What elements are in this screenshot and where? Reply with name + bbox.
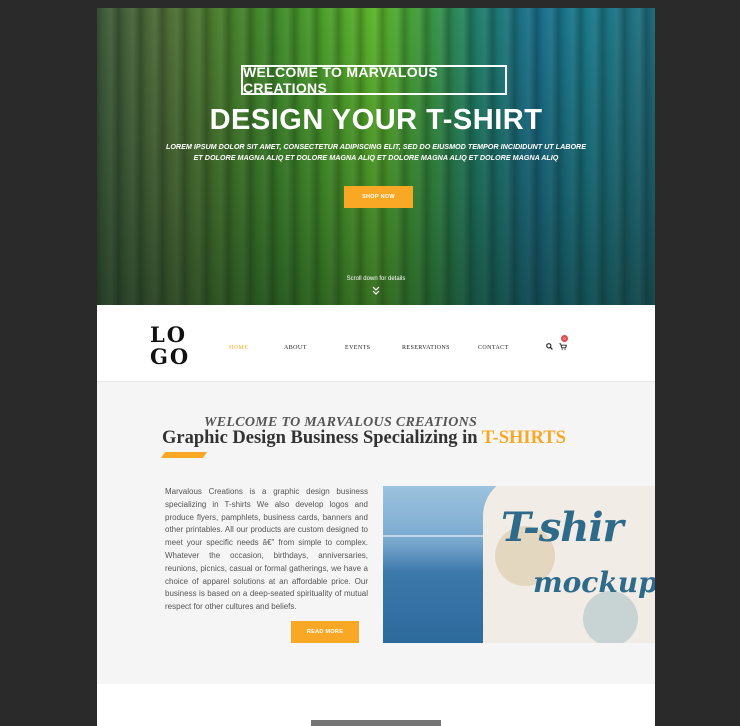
hero-badge: WELCOME TO MARVALOUS CREATIONS (241, 64, 507, 96)
shop-now-button[interactable]: SHOP NOW (344, 186, 413, 208)
scroll-hint: Scroll down for details (346, 276, 406, 282)
about-body-text: Marvalous Creations is a graphic design … (165, 487, 368, 612)
nav-item-about[interactable]: ABOUT (284, 345, 307, 351)
nav-item-contact[interactable]: CONTACT (478, 345, 509, 351)
hero-title: DESIGN YOUR T-SHIRT (209, 104, 543, 136)
search-icon[interactable] (546, 343, 553, 352)
read-more-button[interactable]: READ MORE (291, 621, 359, 643)
tshirt-mockup-image: T-shir mockup (383, 486, 655, 643)
title-accent-bar (160, 452, 208, 458)
about-section: WELCOME TO MARVALOUS CREATIONS Graphic D… (97, 382, 655, 684)
next-section (97, 684, 655, 726)
shirt-print-text-bottom: mockup (533, 566, 655, 599)
main-nav: LO GO HOME ABOUT EVENTS RESERVATIONS CON… (97, 305, 655, 382)
about-title: Graphic Design Business Specializing in … (162, 428, 566, 448)
nav-item-home[interactable]: HOME (229, 345, 248, 351)
nav-item-events[interactable]: EVENTS (345, 345, 370, 351)
hero-subtitle: LOREM IPSUM DOLOR SIT AMET, CONSECTETUR … (165, 142, 587, 162)
hero-banner: WELCOME TO MARVALOUS CREATIONS DESIGN YO… (97, 8, 655, 305)
cart-icon[interactable] (559, 343, 567, 352)
chevron-double-down-icon[interactable] (371, 286, 381, 296)
cart-count-badge: 0 (561, 335, 568, 342)
shirt-print-text-top: T-shir (501, 504, 624, 551)
page: WELCOME TO MARVALOUS CREATIONS DESIGN YO… (97, 8, 655, 726)
logo[interactable]: LO GO (150, 324, 194, 368)
next-section-title-peek (311, 720, 441, 726)
nav-item-reservations[interactable]: RESERVATIONS (402, 345, 450, 351)
about-title-highlight: T-SHIRTS (481, 428, 566, 448)
